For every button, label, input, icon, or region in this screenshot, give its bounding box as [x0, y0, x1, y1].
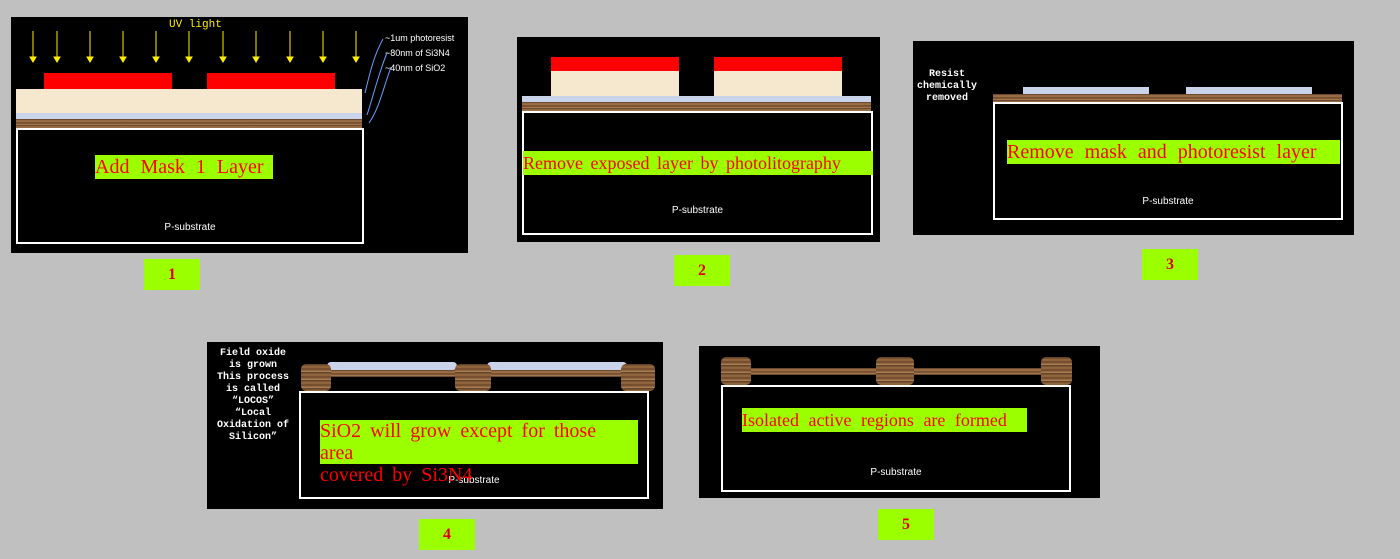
resist-block-right — [714, 71, 842, 96]
substrate-box: P-substrate — [16, 128, 364, 244]
mask-right — [714, 57, 842, 71]
step3-number: 3 — [1142, 249, 1198, 280]
field-oxide-right — [621, 364, 655, 391]
resist-block-left — [551, 71, 679, 96]
field-oxide-middle — [455, 364, 491, 391]
substrate-label: P-substrate — [164, 222, 216, 233]
step1-number: 1 — [144, 259, 200, 290]
nitride-pad-right — [487, 362, 627, 370]
oxide-layer — [522, 102, 871, 111]
substrate-box: P-substrate — [721, 385, 1071, 492]
field-oxide-left — [721, 357, 751, 385]
step4-panel: Field oxide is grown This process is cal… — [207, 342, 663, 509]
step2-number: 2 — [674, 255, 730, 286]
locos-note: Field oxide is grown This process is cal… — [216, 348, 289, 443]
substrate-label: P-substrate — [671, 205, 724, 216]
step2-caption: Remove exposed layer by photolitography — [523, 151, 873, 175]
mask-left — [551, 57, 679, 71]
nitride-thickness-label: ~80nm of Si3N4 — [385, 48, 450, 58]
field-oxide-left — [301, 364, 331, 391]
nitride-pad-left — [327, 362, 457, 370]
oxide-layer — [993, 94, 1342, 102]
nitride-pad-right — [1186, 87, 1312, 94]
substrate-label: P-substrate — [870, 467, 922, 478]
step5-number: 5 — [878, 509, 934, 540]
step5-caption: Isolated active regions are formed — [742, 408, 1027, 432]
oxide-thickness-label: ~40nm of SiO2 — [385, 63, 446, 73]
step3-caption: Remove mask and photoresist layer — [1007, 140, 1340, 164]
step1-caption: Add Mask 1 Layer — [95, 155, 273, 179]
step3-panel: Resist chemically removed P-substrate Re… — [913, 41, 1354, 235]
field-oxide-right — [1041, 357, 1072, 385]
step5-panel: P-substrate Isolated active regions are … — [699, 346, 1100, 498]
photoresist-thickness-label: ~1um photoresist — [385, 33, 455, 43]
substrate-label: P-substrate — [1142, 196, 1194, 207]
step2-panel: P-substrate Remove exposed layer by phot… — [517, 37, 880, 242]
nitride-pad-left — [1023, 87, 1149, 94]
step4-caption: SiO2 will grow except for those area cov… — [320, 420, 638, 486]
field-oxide-middle — [876, 357, 914, 385]
step1-panel: UV light P-substrate Add Mask 1 Layer ~1… — [11, 17, 468, 253]
resist-removed-note: Resist chemically removed — [917, 69, 978, 104]
step4-number: 4 — [419, 519, 475, 550]
